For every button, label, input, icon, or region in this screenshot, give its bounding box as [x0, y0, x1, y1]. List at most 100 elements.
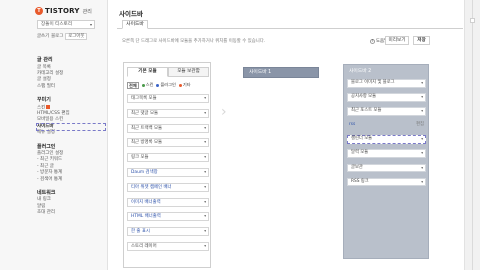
sidebar-2-title: 사이드바 2 — [349, 69, 372, 74]
brand-name: TISTORY — [45, 7, 80, 15]
dropdown-arrow-icon[interactable]: ▾ — [421, 150, 423, 157]
main-content: 사이드바 사이드바 오른쪽 단 드래그로 사이드바에 모듈을 추가하거나 위치를… — [117, 0, 463, 270]
tistory-logo-icon: T — [35, 7, 43, 15]
module-item[interactable]: 최근 트랙백 모듈 ▾ — [127, 123, 209, 133]
filter-plugin[interactable]: 플러그인 — [156, 82, 176, 88]
page-title: 사이드바 — [119, 10, 143, 18]
module-tabs: 기본 모듈 모듈 보관함 — [127, 67, 209, 77]
help-icon: ? — [370, 39, 375, 44]
dropdown-arrow-icon[interactable]: ▾ — [204, 228, 206, 235]
nav-head[interactable]: 꾸미기 — [37, 96, 105, 103]
sidebar-module[interactable]: 달력 모듈 ▾ — [347, 149, 426, 158]
module-item-label: 최근 트랙백 모듈 — [131, 125, 163, 131]
nav-group-plugins: 플러그인 플러그인 설정 - 최근 키워드 - 최근 글 - 방문자 통계 - … — [37, 143, 105, 183]
dropdown-arrow-icon[interactable]: ▾ — [421, 136, 423, 143]
scroll-thumb[interactable] — [470, 18, 475, 23]
save-button[interactable]: 저장 — [413, 36, 430, 45]
dropdown-arrow-icon[interactable]: ▾ — [204, 199, 206, 206]
sidebar-module-label: 캘린더 모듈 — [351, 136, 373, 142]
module-item[interactable]: Daum 검색창 ▾ — [127, 167, 209, 177]
sidebar-module[interactable]: 최근 포스트 모듈 ▾ — [347, 107, 426, 116]
sidebar-module[interactable]: 블로그 이미지 및 블로그 ▾ — [347, 79, 426, 88]
dropdown-arrow-icon[interactable]: ▾ — [421, 94, 423, 101]
skin-dot-icon — [141, 83, 145, 87]
dropdown-arrow-icon[interactable]: ▾ — [204, 243, 206, 250]
tab-basic-modules[interactable]: 기본 모듈 — [127, 67, 168, 77]
nav-head[interactable]: 플러그인 — [37, 143, 105, 150]
brand-sub: 관리 — [82, 8, 92, 15]
module-item[interactable]: 최근 방명록 모듈 ▾ — [127, 138, 209, 148]
module-item-label: 최근 방명록 모듈 — [131, 140, 163, 146]
blog-link[interactable]: 블로그 — [51, 33, 63, 40]
filter-skin[interactable]: 스킨 — [141, 82, 154, 88]
blog-select-value: 장돌이 티스토리 — [41, 22, 73, 27]
sidebar-module[interactable]: 공지사항 모듈 ▾ — [347, 93, 426, 102]
nav-item[interactable]: - 검색어 통계 — [37, 177, 105, 183]
new-badge-icon — [46, 104, 51, 109]
module-item-label: 링크 모듈 — [131, 155, 149, 161]
sidebar-module-text[interactable]: rss 편집 — [347, 121, 426, 130]
sidebar-module[interactable]: RSS 링크 ▾ — [347, 177, 426, 187]
module-item[interactable]: 이미지 배너출력 ▾ — [127, 197, 209, 207]
nav-group-posts: 글 관리 글 목록 카테고리 설정 글 설정 스팸 필터 — [37, 56, 105, 90]
tab-sidebar[interactable]: 사이드바 — [122, 20, 148, 29]
module-item[interactable]: 태그목록 모듈 ▾ — [127, 94, 209, 103]
dropdown-arrow-icon[interactable]: ▾ — [421, 108, 423, 115]
chevron-right-icon: › — [221, 104, 227, 120]
page-description: 오른쪽 단 드래그로 사이드바에 모듈을 추가하거나 위치를 이동할 수 있습니… — [122, 39, 266, 44]
sidebar-module-label: 최근 포스트 모듈 — [351, 108, 382, 114]
tab-module-storage[interactable]: 모듈 보관함 — [168, 67, 209, 77]
sidebar-module-label: 달력 모듈 — [351, 150, 369, 156]
dropdown-arrow-icon[interactable]: ▾ — [204, 95, 206, 102]
etc-dot-icon — [178, 83, 182, 87]
sidebar-module-label: RSS 링크 — [351, 178, 369, 184]
blog-select[interactable]: 장돌이 티스토리 ▾ — [37, 20, 95, 29]
sidebar-module[interactable]: 글보관 ▾ — [347, 163, 426, 173]
dropdown-arrow-icon[interactable]: ▾ — [204, 125, 206, 132]
tab-bar: 사이드바 — [117, 20, 463, 29]
nav-head[interactable]: 글 관리 — [37, 56, 105, 63]
nav-head[interactable]: 네트워크 — [37, 189, 105, 196]
filter-etc[interactable]: 기타 — [178, 82, 191, 88]
dropdown-arrow-icon[interactable]: ▾ — [204, 169, 206, 176]
module-item-label: 이미지 배너출력 — [131, 199, 161, 205]
top-links: 글쓰기 블로그 로그아웃 — [37, 33, 88, 40]
dropdown-arrow-icon[interactable]: ▾ — [204, 213, 206, 220]
module-item[interactable]: 스토리 레이어 ▾ — [127, 241, 209, 251]
sidebar-module[interactable]: 캘린더 모듈 ▾ — [347, 135, 426, 144]
dropdown-arrow-icon[interactable]: ▾ — [421, 80, 423, 87]
sidebar-1[interactable]: 사이드바 1 — [243, 67, 319, 78]
module-item[interactable]: HTML 배너출력 ▾ — [127, 212, 209, 222]
preview-button[interactable]: 미리보기 — [385, 36, 409, 45]
edit-link[interactable]: 편집 — [416, 121, 424, 129]
nav-item[interactable]: 스팸 필터 — [37, 84, 105, 90]
dropdown-arrow-icon[interactable]: ▾ — [204, 110, 206, 117]
nav-group-network: 네트워크 내 링크 알림 초대 관리 — [37, 189, 105, 217]
module-item-label: HTML 배너출력 — [131, 214, 161, 220]
filter-all[interactable]: 전체 — [127, 81, 139, 89]
dropdown-arrow-icon[interactable]: ▾ — [421, 165, 423, 172]
module-item[interactable]: 티아 위젯 캠페인 배너 ▾ — [127, 182, 209, 192]
module-list: 태그목록 모듈 ▾ 최근 댓글 모듈 ▾ 최근 트랙백 모듈 ▾ 최근 방명록 모듈 ▾ 링크 … — [127, 94, 209, 257]
module-item-label: 한 줄 표시 — [131, 229, 150, 235]
sidebar-module-label: rss — [349, 122, 356, 128]
module-item-label: 최근 댓글 모듈 — [131, 110, 159, 116]
sidebar-module-label: 공지사항 모듈 — [351, 94, 377, 100]
nav-item[interactable]: 메뉴 설정 — [37, 130, 105, 136]
filter-label: 스킨 — [145, 82, 154, 87]
nav-item[interactable]: 초대 관리 — [37, 210, 105, 216]
sidebar-2-list: 블로그 이미지 및 블로그 ▾ 공지사항 모듈 ▾ 최근 포스트 모듈 ▾ rss 편집캘린더… — [347, 79, 426, 192]
brand[interactable]: T TISTORY 관리 — [35, 7, 92, 15]
module-item[interactable]: 한 줄 표시 ▾ — [127, 227, 209, 237]
admin-nav: 글 관리 글 목록 카테고리 설정 글 설정 스팸 필터 꾸미기 스킨 HTML… — [36, 56, 106, 223]
module-item[interactable]: 최근 댓글 모듈 ▾ — [127, 108, 209, 118]
filter-label: 기타 — [182, 82, 191, 87]
dropdown-arrow-icon[interactable]: ▾ — [204, 139, 206, 146]
scrollbar[interactable] — [464, 0, 480, 270]
dropdown-arrow-icon[interactable]: ▾ — [204, 154, 206, 161]
module-item[interactable]: 링크 모듈 ▾ — [127, 153, 209, 163]
dropdown-arrow-icon[interactable]: ▾ — [421, 179, 423, 186]
logout-button[interactable]: 로그아웃 — [65, 33, 88, 40]
write-link[interactable]: 글쓰기 — [37, 33, 49, 40]
dropdown-arrow-icon[interactable]: ▾ — [204, 184, 206, 191]
